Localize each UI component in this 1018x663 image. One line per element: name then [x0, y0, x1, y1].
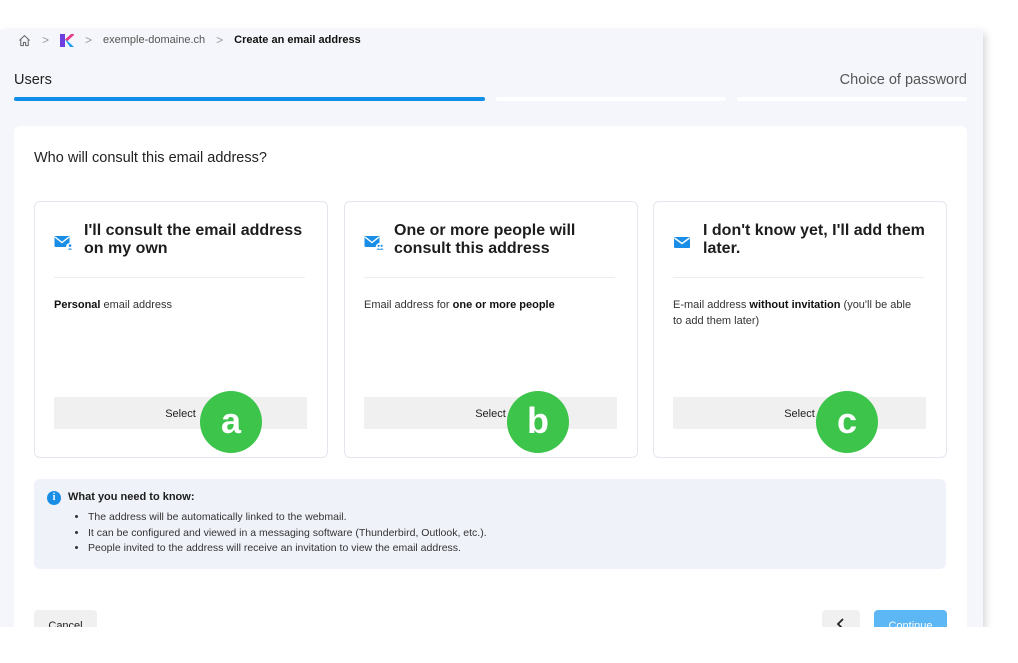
- breadcrumb-separator: >: [216, 33, 224, 47]
- annotation-badge-a: a: [200, 391, 262, 453]
- step-users-label: Users: [14, 72, 52, 88]
- info-bullet: The address will be automatically linked…: [88, 510, 487, 526]
- progress-step-3: [737, 97, 967, 101]
- mail-icon: [674, 237, 690, 248]
- option-card-own[interactable]: I'll consult the email address on my own…: [34, 201, 328, 458]
- info-icon: i: [47, 491, 61, 505]
- card-divider: [54, 277, 305, 278]
- main-panel: Who will consult this email address? I'l…: [14, 126, 967, 646]
- desc-text: email address: [100, 299, 173, 311]
- select-own-button[interactable]: Select: [54, 397, 307, 429]
- mail-user-icon: [54, 236, 74, 251]
- option-description: E-mail address without invitation (you'l…: [673, 297, 923, 329]
- annotation-badge-b: b: [507, 391, 569, 453]
- card-divider: [364, 277, 615, 278]
- breadcrumb-domain[interactable]: exemple-domaine.ch: [103, 34, 205, 46]
- annotation-badge-c: c: [816, 391, 878, 453]
- select-later-button[interactable]: Select: [673, 397, 926, 429]
- desc-text: Email address for: [364, 299, 453, 311]
- breadcrumb-separator: >: [85, 33, 93, 47]
- info-list: The address will be automatically linked…: [68, 510, 487, 557]
- desc-bold: Personal: [54, 299, 101, 311]
- option-card-multiple[interactable]: One or more people will consult this add…: [344, 201, 638, 458]
- progress-step-1: [14, 97, 485, 101]
- infomaniak-logo-icon[interactable]: [60, 33, 75, 47]
- breadcrumb: > > exemple-domaine.ch > Create an email…: [18, 33, 361, 47]
- question-heading: Who will consult this email address?: [34, 150, 267, 166]
- option-description: Personal email address: [54, 297, 304, 313]
- desc-bold: one or more people: [452, 299, 555, 311]
- option-card-later[interactable]: I don't know yet, I'll add them later. E…: [653, 201, 947, 458]
- desc-text: E-mail address: [673, 299, 750, 311]
- option-description: Email address for one or more people: [364, 297, 614, 313]
- step-password-label: Choice of password: [839, 72, 967, 88]
- option-title: I'll consult the email address on my own: [84, 222, 303, 257]
- option-title: One or more people will consult this add…: [394, 222, 576, 257]
- breadcrumb-separator: >: [42, 33, 50, 47]
- card-divider: [673, 277, 924, 278]
- info-bullet: People invited to the address will recei…: [88, 541, 487, 557]
- info-bullet: It can be configured and viewed in a mes…: [88, 526, 487, 542]
- screenshot-margin: [0, 627, 1018, 663]
- info-title: What you need to know:: [68, 491, 195, 503]
- mail-group-icon: [364, 236, 384, 251]
- info-box: i What you need to know: The address wil…: [34, 479, 946, 569]
- progress-step-2: [496, 97, 726, 101]
- option-title: I don't know yet, I'll add them later.: [703, 222, 925, 257]
- breadcrumb-current: Create an email address: [234, 34, 361, 46]
- desc-bold: without invitation: [749, 299, 841, 311]
- select-multiple-button[interactable]: Select: [364, 397, 617, 429]
- home-icon[interactable]: [18, 34, 31, 47]
